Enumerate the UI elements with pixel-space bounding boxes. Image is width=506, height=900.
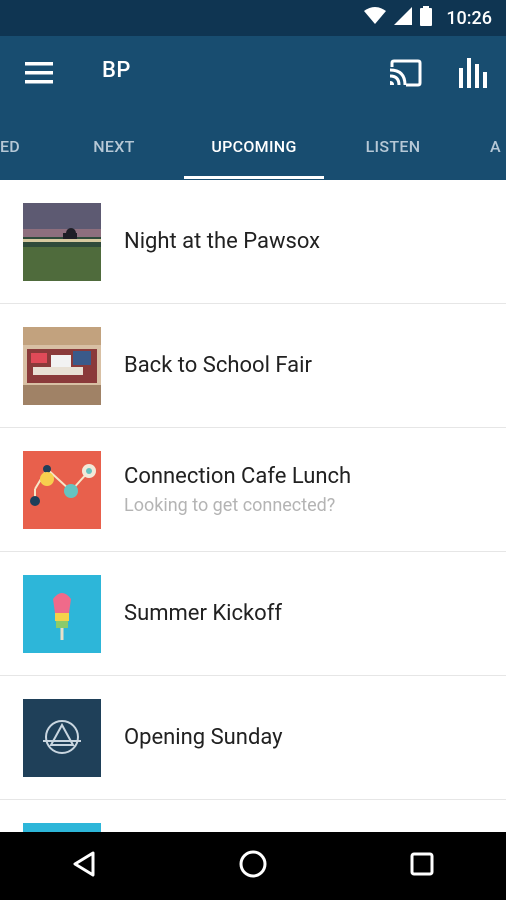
battery-icon xyxy=(420,6,433,30)
status-time: 10:26 xyxy=(446,7,492,29)
menu-icon xyxy=(25,62,53,88)
back-button[interactable] xyxy=(54,836,114,896)
event-title: Summer Kickoff xyxy=(124,601,283,626)
cast-icon xyxy=(388,59,422,91)
home-button[interactable] xyxy=(223,836,283,896)
wifi-icon xyxy=(364,7,387,29)
tab-upcoming[interactable]: UPCOMING xyxy=(184,112,324,180)
app-bar: BP xyxy=(0,36,506,112)
event-title: Opening Sunday xyxy=(124,725,283,750)
app-title: BP xyxy=(102,58,131,83)
event-title: Back to School Fair xyxy=(124,353,312,378)
tab-indicator xyxy=(184,176,324,179)
tab-featured[interactable]: ED xyxy=(0,112,60,180)
event-thumbnail xyxy=(23,203,101,281)
stats-button[interactable] xyxy=(452,58,494,92)
event-thumbnail xyxy=(23,699,101,777)
event-thumbnail xyxy=(23,327,101,405)
status-bar: 10:26 xyxy=(0,0,506,36)
back-icon xyxy=(71,850,97,882)
status-icons: 10:26 xyxy=(364,6,496,30)
recents-button[interactable] xyxy=(392,836,452,896)
list-item[interactable]: Opening Sunday xyxy=(0,676,506,800)
bar-chart-icon xyxy=(458,58,488,92)
event-title: Connection Cafe Lunch xyxy=(124,463,352,489)
event-title: Night at the Pawsox xyxy=(124,229,321,254)
recents-icon xyxy=(409,851,435,881)
home-icon xyxy=(238,849,268,883)
event-thumbnail xyxy=(23,451,101,529)
event-thumbnail xyxy=(23,823,101,832)
event-list: Night at the Pawsox Back to School Fair xyxy=(0,180,506,832)
tab-more[interactable]: A xyxy=(490,112,506,180)
list-item[interactable]: Back to School Fair xyxy=(0,304,506,428)
menu-button[interactable] xyxy=(22,60,56,90)
list-item[interactable]: Connection Cafe Lunch Looking to get con… xyxy=(0,428,506,552)
tab-next[interactable]: NEXT xyxy=(62,112,166,180)
event-subtitle: Looking to get connected? xyxy=(124,494,336,516)
system-nav-bar xyxy=(0,832,506,900)
tab-bar: ED NEXT UPCOMING LISTEN A xyxy=(0,112,506,180)
cell-signal-icon xyxy=(394,7,413,29)
tab-listen[interactable]: LISTEN xyxy=(340,112,446,180)
list-item[interactable]: Summer Kickoff xyxy=(0,552,506,676)
event-thumbnail xyxy=(23,575,101,653)
list-item[interactable] xyxy=(0,800,506,832)
list-item[interactable]: Night at the Pawsox xyxy=(0,180,506,304)
cast-button[interactable] xyxy=(384,58,426,92)
